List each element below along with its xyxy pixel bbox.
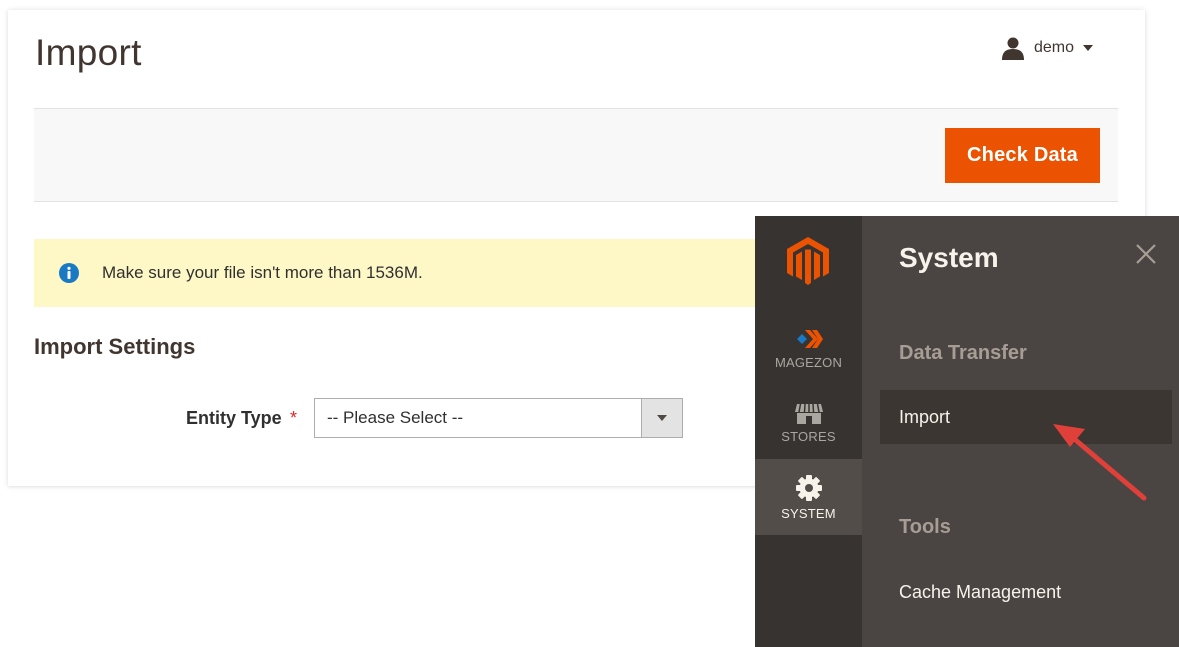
menu-item-label: Import [899, 407, 951, 427]
page-actions-bar: Check Data [34, 108, 1118, 202]
admin-sidebar: MAGEZON STORES SYSTEM [755, 216, 862, 647]
sidebar-item-magezon[interactable]: MAGEZON [755, 311, 862, 385]
magento-logo[interactable] [785, 235, 831, 287]
username: demo [1034, 39, 1075, 56]
user-account-menu[interactable]: demo [1001, 36, 1094, 60]
check-data-button[interactable]: Check Data [945, 128, 1100, 183]
flyout-title: System [899, 242, 999, 273]
select-arrow[interactable] [641, 399, 682, 437]
user-icon [1002, 37, 1024, 60]
magezon-icon [796, 329, 823, 348]
page-title: Import [35, 32, 142, 73]
menu-item-cache-management[interactable]: Cache Management [899, 582, 1061, 603]
close-icon[interactable] [1135, 243, 1157, 265]
required-marker: * [290, 408, 298, 428]
sidebar-item-system[interactable]: SYSTEM [755, 459, 862, 535]
system-flyout-menu: System Data Transfer Import Tools Cache … [862, 216, 1179, 647]
group-title-data-transfer: Data Transfer [899, 342, 1027, 364]
sidebar-item-stores[interactable]: STORES [755, 386, 862, 460]
entity-type-selected-value: -- Please Select -- [327, 408, 464, 427]
entity-type-select[interactable]: -- Please Select -- [314, 398, 683, 438]
store-icon [794, 403, 823, 424]
sidebar-item-label: MAGEZON [774, 354, 843, 370]
entity-type-label: Entity Type [186, 408, 282, 428]
menu-item-import[interactable]: Import [880, 390, 1172, 444]
caret-down-icon [1083, 45, 1094, 51]
info-icon [59, 263, 79, 283]
import-settings-heading: Import Settings [34, 334, 196, 359]
sidebar-item-label: STORES [781, 428, 836, 444]
chevron-down-icon [657, 415, 667, 421]
gear-icon [795, 474, 822, 501]
notice-text: Make sure your file isn't more than 1536… [102, 263, 423, 282]
sidebar-item-label: SYSTEM [781, 505, 836, 521]
file-size-notice: Make sure your file isn't more than 1536… [34, 239, 774, 307]
group-title-tools: Tools [899, 516, 951, 538]
